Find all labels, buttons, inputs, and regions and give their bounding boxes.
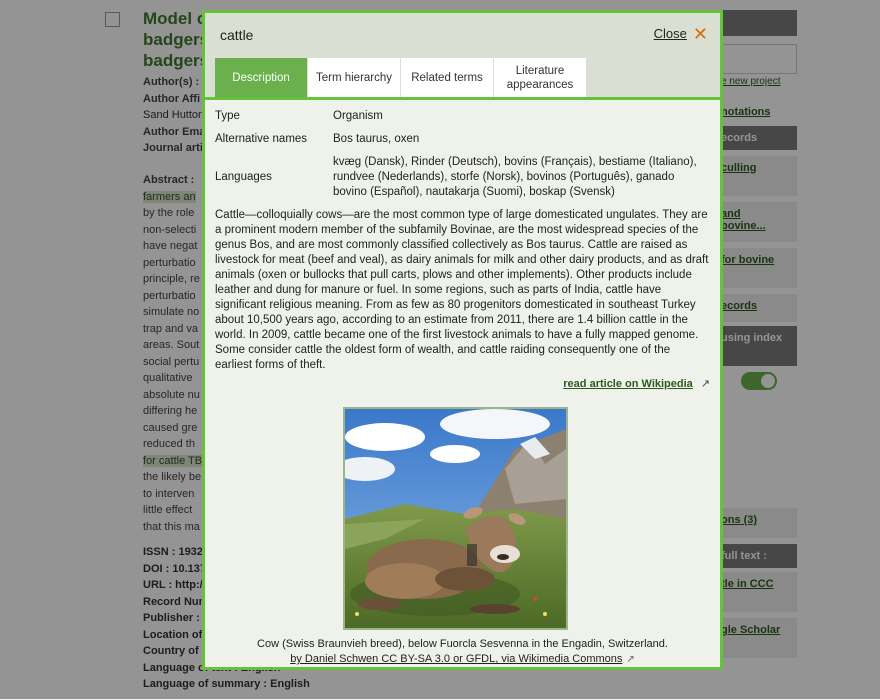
alt-names-label: Alternative names xyxy=(215,133,308,145)
tab-term-hierarchy[interactable]: Term hierarchy xyxy=(308,58,400,97)
external-link-icon[interactable]: ↗ xyxy=(626,654,634,665)
type-row: Type Organism xyxy=(215,109,710,124)
caption-text: Cow (Swiss Braunvieh breed), below Fuorc… xyxy=(257,638,668,650)
external-link-icon[interactable]: ↗ xyxy=(701,377,710,390)
tab-underline xyxy=(205,97,720,100)
type-value: Organism xyxy=(333,110,383,122)
tab-literature-appearances[interactable]: Literature appearances xyxy=(494,58,586,97)
languages-value: kvæg (Dansk), Rinder (Deutsch), bovins (… xyxy=(333,156,697,198)
description-panel: Type Organism Alternative names Bos taur… xyxy=(215,109,710,390)
alt-names-value: Bos taurus, oxen xyxy=(333,133,420,145)
term-modal: cattle Close ✕ Description Term hierarch… xyxy=(202,10,723,670)
modal-title: cattle xyxy=(220,27,254,43)
type-label: Type xyxy=(215,110,240,122)
modal-header: cattle Close ✕ Description Term hierarch… xyxy=(205,13,720,97)
photo-credit-link[interactable]: by Daniel Schwen CC BY-SA 3.0 or GFDL, v… xyxy=(290,653,622,665)
modal-tabs: Description Term hierarchy Related terms… xyxy=(215,58,586,97)
cow-image xyxy=(345,409,566,628)
languages-row: Languages kvæg (Dansk), Rinder (Deutsch)… xyxy=(215,155,710,200)
description-text: Cattle—colloquially cows—are the most co… xyxy=(215,209,709,371)
close-button[interactable]: Close ✕ xyxy=(654,25,708,43)
tab-description[interactable]: Description xyxy=(215,58,307,97)
languages-label: Languages xyxy=(215,171,272,183)
tab-related-terms[interactable]: Related terms xyxy=(401,58,493,97)
alt-names-row: Alternative names Bos taurus, oxen xyxy=(215,132,710,147)
cattle-photo xyxy=(343,407,568,630)
close-icon[interactable]: ✕ xyxy=(693,25,708,43)
photo-caption: Cow (Swiss Braunvieh breed), below Fuorc… xyxy=(205,637,720,667)
wikipedia-link[interactable]: read article on Wikipedia xyxy=(563,378,693,390)
wiki-row: read article on Wikipedia ↗ xyxy=(215,377,710,391)
close-label[interactable]: Close xyxy=(654,26,687,41)
